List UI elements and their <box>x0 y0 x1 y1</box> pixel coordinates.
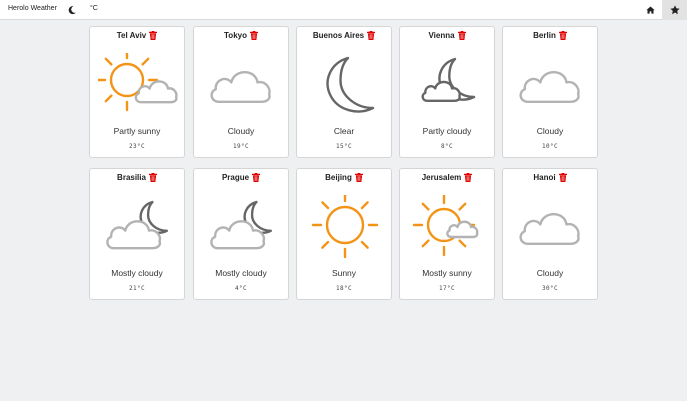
weather-condition: Cloudy <box>227 126 255 136</box>
unit-toggle[interactable]: °C <box>90 5 98 12</box>
city-name: Jerusalem <box>421 173 462 182</box>
city-name: Buenos Aires <box>312 31 365 40</box>
trash-icon[interactable] <box>252 173 261 182</box>
cloud-icon <box>519 71 580 103</box>
city-card[interactable]: Hanoi Cloudy 30°C <box>502 168 598 300</box>
city-card[interactable]: Beijing Sunny 18°C <box>296 168 392 300</box>
cloud-icon <box>210 71 271 103</box>
weather-condition: Cloudy <box>536 126 564 136</box>
city-card[interactable]: Brasilia Mostly cloudy 21°C <box>89 168 185 300</box>
card-header: Vienna <box>400 31 494 40</box>
card-header: Tokyo <box>194 31 288 40</box>
card-header: Tel Aviv <box>90 31 184 40</box>
partly-sunny-icon <box>98 53 178 112</box>
temperature: 15°C <box>335 143 353 150</box>
mostly-cloudy-night-icon <box>210 200 272 250</box>
city-name: Berlin <box>533 31 556 40</box>
city-name: Vienna <box>428 31 455 40</box>
trash-icon[interactable] <box>464 173 473 182</box>
app-brand[interactable]: Herolo Weather <box>8 5 57 12</box>
weather-condition: Mostly cloudy <box>111 268 163 278</box>
trash-icon[interactable] <box>148 173 157 182</box>
home-icon[interactable] <box>640 0 660 20</box>
card-header: Beijing <box>297 173 391 182</box>
city-card[interactable]: Jerusalem Mostly sunny 17°C <box>399 168 495 300</box>
temperature: 19°C <box>232 143 250 150</box>
card-header: Berlin <box>503 31 597 40</box>
top-navbar: Herolo Weather °C <box>0 0 687 20</box>
trash-icon[interactable] <box>354 173 363 182</box>
card-header: Hanoi <box>503 173 597 182</box>
city-name: Brasilia <box>117 173 146 182</box>
card-header: Brasilia <box>90 173 184 182</box>
temperature: 21°C <box>128 285 146 292</box>
mostly-cloudy-night-icon <box>106 200 168 250</box>
city-card[interactable]: Vienna Partly cloudy 8°C <box>399 26 495 158</box>
weather-condition: Mostly sunny <box>422 268 472 278</box>
trash-icon[interactable] <box>558 31 567 40</box>
card-header: Buenos Aires <box>297 31 391 40</box>
card-header: Prague <box>194 173 288 182</box>
weather-condition: Cloudy <box>536 268 564 278</box>
city-card[interactable]: Tokyo Cloudy 19°C <box>193 26 289 158</box>
mostly-sunny-icon <box>412 195 479 257</box>
weather-condition: Partly sunny <box>113 126 161 136</box>
temperature: 23°C <box>128 143 146 150</box>
weather-condition: Mostly cloudy <box>215 268 267 278</box>
temperature: 17°C <box>438 285 456 292</box>
partly-cloudy-night-icon <box>421 57 476 102</box>
city-name: Prague <box>221 173 250 182</box>
temperature: 18°C <box>335 285 353 292</box>
city-name: Tel Aviv <box>116 31 147 40</box>
city-name: Beijing <box>325 173 352 182</box>
city-card[interactable]: Buenos Aires Clear 15°C <box>296 26 392 158</box>
trash-icon[interactable] <box>149 31 158 40</box>
trash-icon[interactable] <box>367 31 376 40</box>
city-card[interactable]: Prague Mostly cloudy 4°C <box>193 168 289 300</box>
temperature: 4°C <box>234 285 248 292</box>
city-card[interactable]: Tel Aviv Partly sunny 23°C <box>89 26 185 158</box>
temperature: 30°C <box>541 285 559 292</box>
temperature: 10°C <box>541 143 559 150</box>
weather-condition: Clear <box>333 126 355 136</box>
trash-icon[interactable] <box>558 173 567 182</box>
star-icon[interactable] <box>662 0 687 20</box>
cloud-icon <box>519 213 580 245</box>
moon-icon[interactable] <box>65 3 79 17</box>
city-name: Tokyo <box>224 31 247 40</box>
weather-condition: Partly cloudy <box>422 126 472 136</box>
sun-icon <box>311 195 379 259</box>
city-card[interactable]: Berlin Cloudy 10°C <box>502 26 598 158</box>
trash-icon[interactable] <box>249 31 258 40</box>
card-header: Jerusalem <box>400 173 494 182</box>
city-name: Hanoi <box>533 173 556 182</box>
clear-night-icon <box>326 56 375 113</box>
temperature: 8°C <box>440 143 454 150</box>
weather-condition: Sunny <box>331 268 357 278</box>
trash-icon[interactable] <box>457 31 466 40</box>
